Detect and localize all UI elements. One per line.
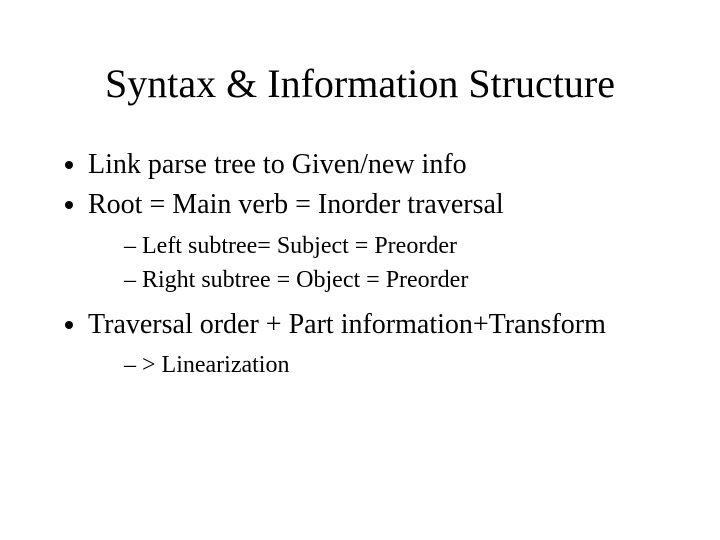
sub-bullet-text: > Linearization bbox=[142, 352, 289, 378]
sub-bullet-list: Left subtree= Subject = Preorder Right s… bbox=[88, 230, 680, 297]
bullet-text: Link parse tree to Given/new info bbox=[88, 149, 467, 180]
bullet-text: Traversal order + Part information+Trans… bbox=[88, 309, 606, 340]
sub-list-item: Left subtree= Subject = Preorder bbox=[124, 230, 680, 262]
bullet-list: Link parse tree to Given/new info Root =… bbox=[40, 147, 680, 381]
sub-list-item: > Linearization bbox=[124, 349, 680, 381]
bullet-text: Root = Main verb = Inorder traversal bbox=[88, 189, 504, 220]
slide-title: Syntax & Information Structure bbox=[40, 60, 680, 107]
sub-bullet-list: > Linearization bbox=[88, 349, 680, 381]
sub-list-item: Right subtree = Object = Preorder bbox=[124, 264, 680, 296]
sub-bullet-text: Left subtree= Subject = Preorder bbox=[142, 233, 457, 259]
list-item: Root = Main verb = Inorder traversal Lef… bbox=[88, 187, 680, 296]
sub-bullet-text: Right subtree = Object = Preorder bbox=[142, 267, 468, 293]
list-item: Traversal order + Part information+Trans… bbox=[88, 307, 680, 382]
list-item: Link parse tree to Given/new info bbox=[88, 147, 680, 183]
slide: Syntax & Information Structure Link pars… bbox=[0, 0, 720, 540]
